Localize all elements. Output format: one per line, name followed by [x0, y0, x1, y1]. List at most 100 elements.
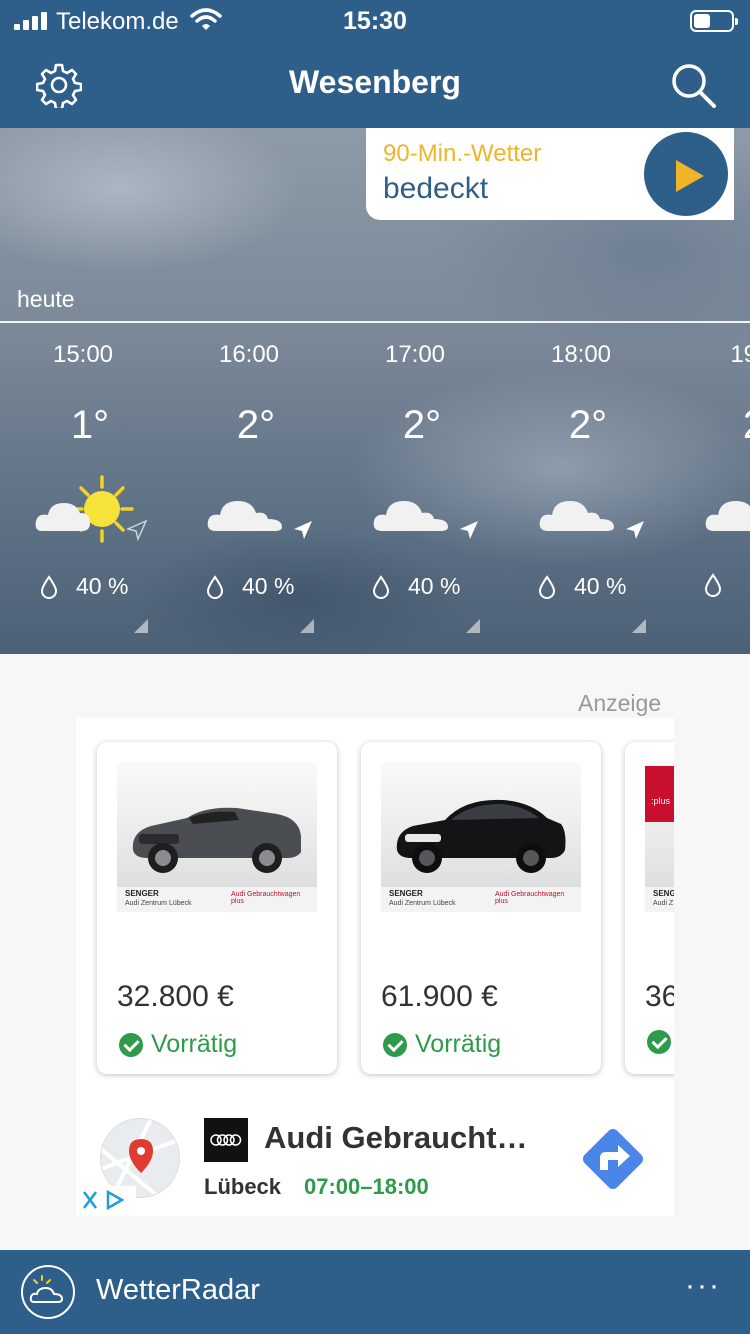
- hour-item[interactable]: 16:00 2° 40 %: [166, 323, 332, 654]
- convertible-car-image: [132, 807, 301, 873]
- precip-chance: 40 %: [538, 573, 626, 600]
- badge-text: :plus: [651, 796, 671, 806]
- car-photo: SENGER Audi Zentrum Lübeck Audi Gebrauch…: [117, 762, 317, 912]
- dealer-badge: Audi Gebrauchtwagen plus: [231, 891, 301, 905]
- precip-chance: [704, 573, 740, 597]
- battery-icon: [690, 10, 738, 32]
- precip-chance: 40 %: [40, 573, 128, 600]
- hour-temp: 2°: [236, 403, 276, 447]
- dealer-city: Lübeck: [204, 1174, 282, 1199]
- status-bar: Telekom.de 15:30: [0, 0, 750, 44]
- top-bar: Telekom.de 15:30 Wesenberg: [0, 0, 750, 128]
- check-circle-icon: [119, 1032, 143, 1057]
- hour-temp: 2°: [568, 403, 608, 447]
- precip-value: 40 %: [242, 573, 295, 599]
- hour-item[interactable]: 15:00 1° 40 %: [0, 323, 166, 654]
- stock-status: Vorrätig: [119, 1030, 237, 1059]
- dealer-name: SENGER: [125, 889, 159, 898]
- hour-item[interactable]: 18:00 2° 40 %: [498, 323, 664, 654]
- ad-label: Anzeige: [578, 690, 662, 716]
- bottom-bar[interactable]: WetterRadar ···: [0, 1250, 750, 1334]
- dealer-subtitle: Audi Zentrum Lübeck: [389, 900, 456, 907]
- car-photo: :plus SENGER Audi Z: [645, 762, 674, 912]
- wind-direction-icon: [126, 519, 148, 541]
- hour-time: 16:00: [218, 341, 280, 368]
- sedan-car-image: [396, 799, 566, 873]
- radar-title[interactable]: WetterRadar: [96, 1274, 260, 1307]
- dealer-banner: SENGER Audi Z: [645, 886, 674, 912]
- car-photo: SENGER Audi Zentrum Lübeck Audi Gebrauch…: [381, 762, 581, 912]
- expand-corner-icon: [466, 619, 480, 633]
- car-ad-card[interactable]: SENGER Audi Zentrum Lübeck Audi Gebrauch…: [361, 742, 601, 1074]
- hour-time: 17:00: [384, 341, 446, 368]
- dealer-subtitle: Audi Zentrum Lübeck: [125, 900, 192, 907]
- wind-direction-icon: [294, 521, 312, 539]
- cloud-icon: [207, 501, 282, 531]
- wind-direction-icon: [626, 521, 644, 539]
- cloud-icon: [373, 501, 448, 531]
- hour-temp: 2: [664, 403, 750, 448]
- status-time: 15:30: [343, 7, 407, 35]
- precip-value: 40 %: [76, 573, 129, 599]
- play-button[interactable]: [640, 128, 732, 220]
- raindrop-icon: [538, 574, 556, 599]
- check-circle-icon: [647, 1030, 671, 1054]
- raindrop-icon: [372, 574, 390, 599]
- raindrop-icon: [206, 574, 224, 599]
- stock-label: Vorrätig: [151, 1030, 238, 1058]
- precip-chance: 40 %: [206, 573, 294, 600]
- guarantee-badge: :plus: [645, 766, 674, 822]
- sun-cloud-icon: [35, 475, 134, 543]
- dealer-name: SENGER: [389, 889, 423, 898]
- raindrop-icon: [40, 574, 58, 599]
- dealer-badge: Audi Gebrauchtwagen plus: [495, 891, 565, 905]
- dealer-banner: SENGER Audi Zentrum Lübeck Audi Gebrauch…: [117, 886, 317, 912]
- check-circle-icon: [383, 1032, 407, 1057]
- hour-time: 18:00: [550, 341, 612, 368]
- stock-status: [647, 1030, 671, 1054]
- day-label: heute: [17, 286, 75, 312]
- audi-logo: [204, 1118, 248, 1162]
- cloud-icon: [539, 501, 614, 531]
- more-options-button[interactable]: ···: [682, 1271, 724, 1304]
- raindrop-icon: [704, 573, 722, 597]
- stock-status: Vorrätig: [383, 1030, 501, 1059]
- precip-value: 40 %: [408, 573, 461, 599]
- dealer-name[interactable]: Audi Gebraucht…: [264, 1120, 528, 1156]
- hour-time: 15:00: [52, 341, 114, 368]
- opening-hours: 07:00–18:00: [304, 1174, 429, 1199]
- adchoices-icon[interactable]: [78, 1186, 136, 1214]
- precip-chance: 40 %: [372, 573, 460, 600]
- hour-item[interactable]: 17:00 2° 40 %: [332, 323, 498, 654]
- search-icon[interactable]: [668, 62, 718, 108]
- ad-carousel[interactable]: SENGER Audi Zentrum Lübeck Audi Gebrauch…: [76, 718, 674, 1098]
- expand-corner-icon: [134, 619, 148, 633]
- dealer-location-row[interactable]: Audi Gebraucht… Lübeck 07:00–18:00: [76, 1098, 674, 1216]
- car-ad-card[interactable]: SENGER Audi Zentrum Lübeck Audi Gebrauch…: [97, 742, 337, 1074]
- hour-time: 19:: [730, 341, 750, 368]
- car-ad-card[interactable]: :plus SENGER Audi Z 36: [625, 742, 674, 1074]
- nowcast-panel[interactable]: 90-Min.-Wetter bedeckt: [366, 128, 734, 220]
- dealer-banner: SENGER Audi Zentrum Lübeck Audi Gebrauch…: [381, 886, 581, 912]
- car-price: 61.900 €: [381, 980, 498, 1013]
- wind-direction-icon: [460, 521, 478, 539]
- dealer-name: SENGER: [653, 889, 674, 898]
- weather-radar-icon: [21, 1265, 75, 1319]
- nowcast-label: 90-Min.-Wetter: [383, 140, 542, 167]
- hour-item[interactable]: 19: 2: [664, 323, 750, 654]
- directions-icon[interactable]: [574, 1120, 652, 1198]
- hour-temp: 2°: [402, 403, 442, 447]
- weather-hero: 90-Min.-Wetter bedeckt heute 15:00 1° 40…: [0, 128, 750, 654]
- car-price: 36: [645, 980, 674, 1013]
- precip-value: 40 %: [574, 573, 627, 599]
- expand-corner-icon: [300, 619, 314, 633]
- hour-temp: 1°: [70, 403, 110, 447]
- dealer-subtitle: Audi Z: [653, 900, 674, 907]
- car-price: 32.800 €: [117, 980, 234, 1013]
- hourly-forecast[interactable]: 15:00 1° 40 % 16:00 2° 40 % 17:00 2° 40 …: [0, 323, 750, 654]
- nowcast-condition: bedeckt: [383, 172, 489, 205]
- stock-label: Vorrätig: [415, 1030, 502, 1058]
- location-title[interactable]: Wesenberg: [0, 64, 750, 101]
- cloud-icon: [705, 501, 750, 531]
- expand-corner-icon: [632, 619, 646, 633]
